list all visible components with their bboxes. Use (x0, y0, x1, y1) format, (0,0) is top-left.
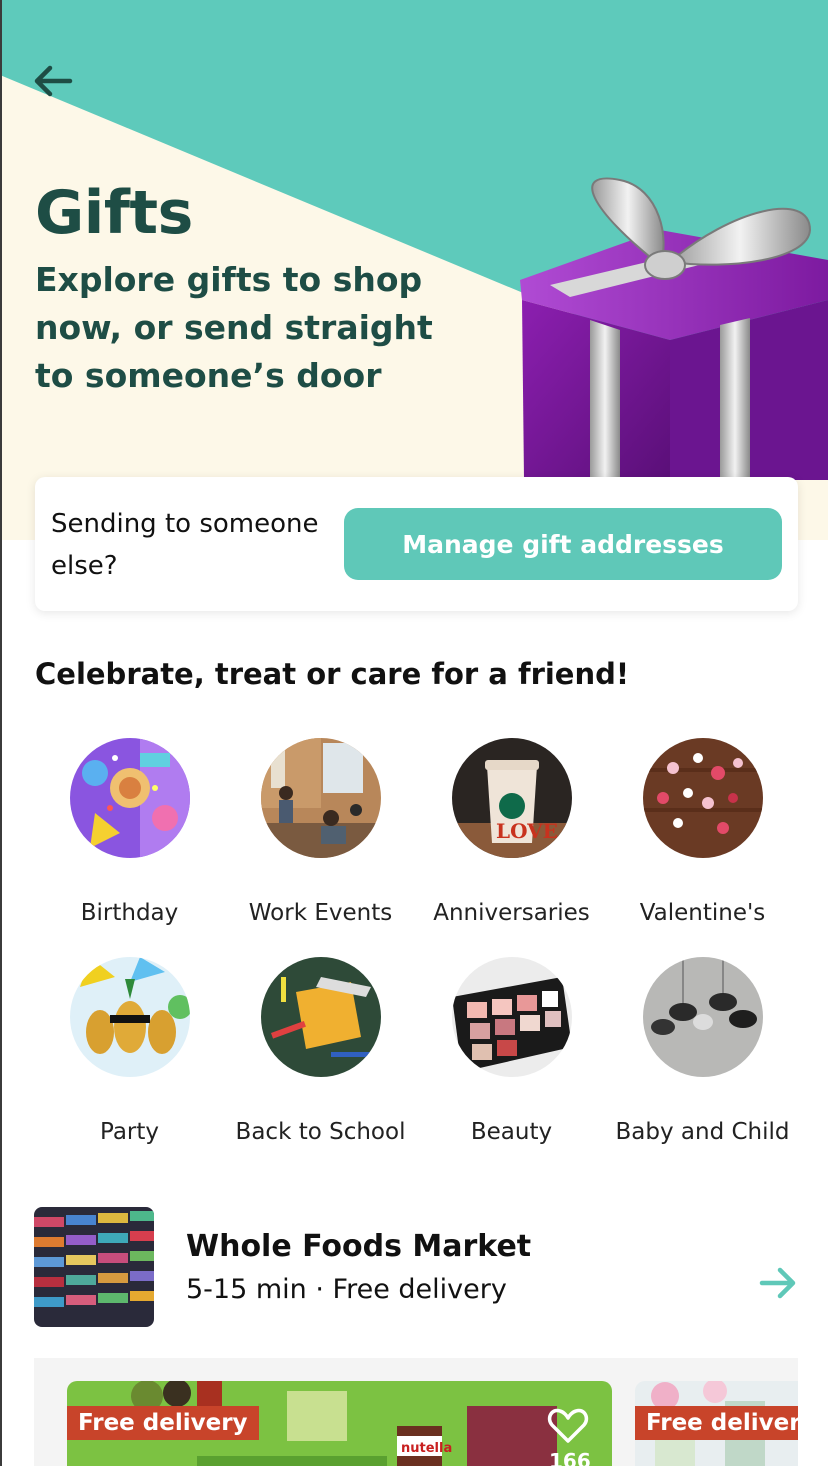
birthday-image (69, 738, 190, 858)
category-baby-and-child[interactable]: Baby and Child (607, 957, 798, 1145)
free-delivery-badge: Free delivery (67, 1406, 259, 1440)
category-label: Party (99, 1119, 160, 1145)
gift-box-illustration (520, 177, 828, 480)
category-label: Anniversaries (433, 900, 590, 926)
category-anniversaries[interactable]: LOVE Anniversaries (416, 738, 607, 926)
arrow-left-icon (34, 65, 73, 97)
store-delivery-info: 5-15 min · Free delivery (186, 1274, 507, 1305)
window-left-edge (0, 0, 2, 1466)
store-thumbnail (34, 1207, 154, 1327)
category-label: Baby and Child (615, 1119, 790, 1145)
heart-outline-icon[interactable] (547, 1408, 589, 1444)
send-prompt: Sending to someone else? (51, 509, 319, 581)
anniversaries-image: LOVE (451, 738, 572, 858)
back-to-school-image (260, 957, 381, 1077)
category-label: Back to School (235, 1119, 406, 1145)
party-image (69, 957, 192, 1077)
categories-heading: Celebrate, treat or care for a friend! (35, 657, 630, 691)
product-card[interactable]: nutella Free delivery 166 (67, 1381, 612, 1466)
category-label: Beauty (470, 1119, 553, 1145)
category-beauty[interactable]: Beauty (416, 957, 607, 1145)
free-delivery-badge: Free delivery (635, 1406, 798, 1440)
store-row-whole-foods[interactable]: Whole Foods Market 5-15 min · Free deliv… (34, 1207, 798, 1327)
store-name: Whole Foods Market (186, 1229, 532, 1264)
gifts-hero: Gifts Explore gifts to shop now, or send… (0, 0, 828, 540)
work-events-image (260, 738, 381, 858)
arrow-right-icon[interactable] (758, 1263, 798, 1303)
category-work-events[interactable]: Work Events (225, 738, 416, 926)
category-back-to-school[interactable]: Back to School (225, 957, 416, 1145)
baby-and-child-image (642, 957, 763, 1077)
product-card[interactable]: Free delivery (635, 1381, 798, 1466)
category-birthday[interactable]: Birthday (34, 738, 225, 926)
page-title: Gifts (35, 178, 193, 248)
back-button[interactable] (30, 58, 76, 104)
category-valentines[interactable]: Valentine's (607, 738, 798, 926)
gift-address-card: Sending to someone else? Manage gift add… (35, 477, 798, 611)
category-label: Work Events (248, 900, 393, 926)
category-party[interactable]: Party (34, 957, 225, 1145)
category-label: Valentine's (639, 900, 766, 926)
product-carousel: nutella Free delivery 166 Free delivery (34, 1358, 798, 1466)
favorite-count: 166 (549, 1449, 591, 1466)
valentines-image (642, 738, 763, 858)
svg-text:nutella: nutella (401, 1441, 452, 1456)
category-label: Birthday (80, 900, 179, 926)
beauty-image (451, 957, 572, 1077)
manage-gift-addresses-button[interactable]: Manage gift addresses (344, 508, 782, 580)
page-subtitle: Explore gifts to shop now, or send strai… (35, 260, 433, 395)
svg-text:LOVE: LOVE (496, 819, 558, 843)
